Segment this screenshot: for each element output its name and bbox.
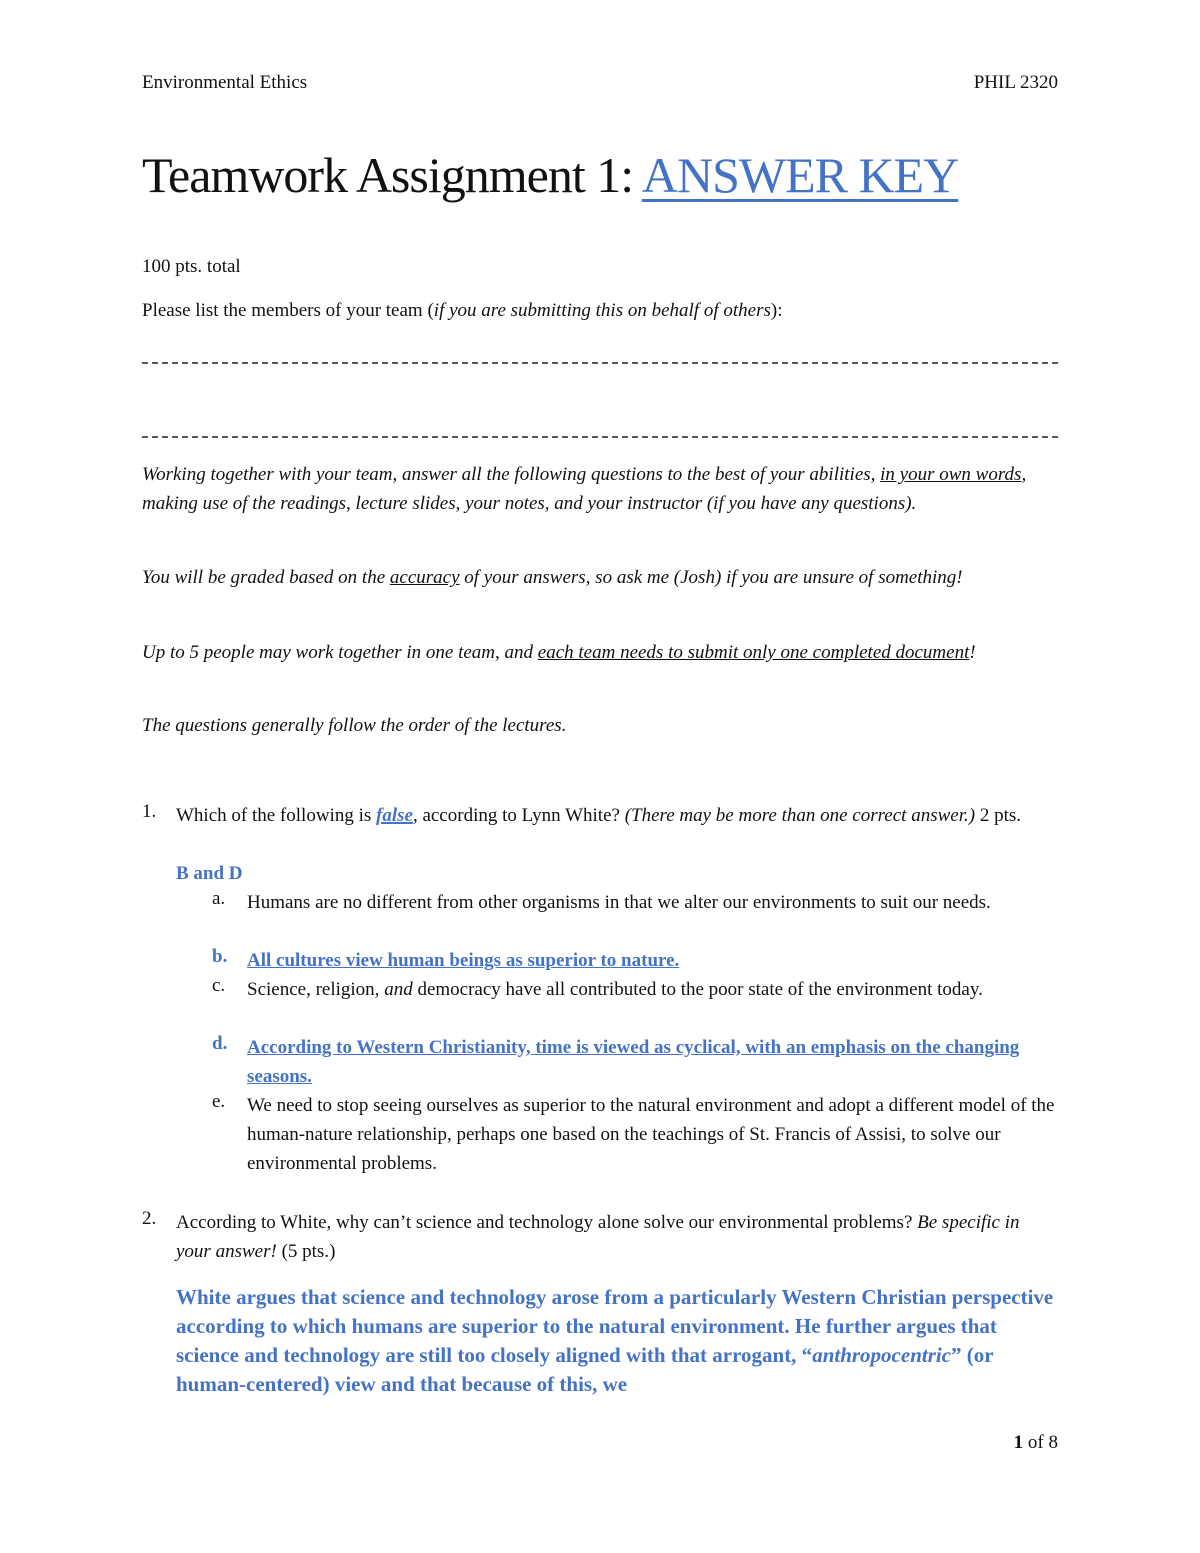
option-d-text: According to Western Christianity, time … xyxy=(247,1037,1020,1087)
question-2-number: 2. xyxy=(142,1208,157,1229)
option-a-text: Humans are no different from other organ… xyxy=(247,892,991,913)
option-d-letter: d. xyxy=(212,1033,228,1054)
page-current: 1 xyxy=(1013,1432,1024,1453)
option-c-text: Science, religion, and democracy have al… xyxy=(247,979,983,1000)
instruction-paragraph-4: The questions generally follow the order… xyxy=(142,715,567,736)
page-title: Teamwork Assignment 1: ANSWER KEY xyxy=(142,146,959,204)
page-number: 1 of 8 xyxy=(1014,1432,1058,1454)
points-total: 100 pts. total xyxy=(142,256,241,277)
question-2-text: According to White, why can’t science an… xyxy=(176,1212,1020,1262)
team-prompt: Please list the members of your team (if… xyxy=(142,300,783,321)
page-total: of 8 xyxy=(1023,1432,1058,1453)
header-course-code: PHIL 2320 xyxy=(973,72,1058,93)
option-c-letter: c. xyxy=(212,975,226,996)
option-e-letter: e. xyxy=(212,1091,226,1112)
question-2-answer: White argues that science and technology… xyxy=(176,1285,1054,1396)
team-members-line-2[interactable] xyxy=(142,436,1058,438)
header-course-name: Environmental Ethics xyxy=(142,72,308,93)
document-page: Environmental Ethics PHIL 2320 Teamwork … xyxy=(0,0,1200,1553)
option-a-letter: a. xyxy=(212,888,226,909)
question-1-answer: B and D xyxy=(176,863,243,884)
instruction-paragraph-1: Working together with your team, answer … xyxy=(142,464,1027,514)
title-answer-key: ANSWER KEY xyxy=(641,147,959,203)
question-1-number: 1. xyxy=(142,801,157,822)
instruction-paragraph-3: Up to 5 people may work together in one … xyxy=(142,642,976,663)
question-1-text: Which of the following is false, accordi… xyxy=(176,805,1022,826)
title-main: Teamwork Assignment 1: xyxy=(142,147,642,203)
option-b-letter: b. xyxy=(212,946,228,967)
option-e-text: We need to stop seeing ourselves as supe… xyxy=(247,1095,1055,1174)
option-b-text: All cultures view human beings as superi… xyxy=(247,950,680,971)
team-members-line-1[interactable] xyxy=(142,362,1058,364)
instruction-paragraph-2: You will be graded based on the accuracy… xyxy=(142,567,963,588)
